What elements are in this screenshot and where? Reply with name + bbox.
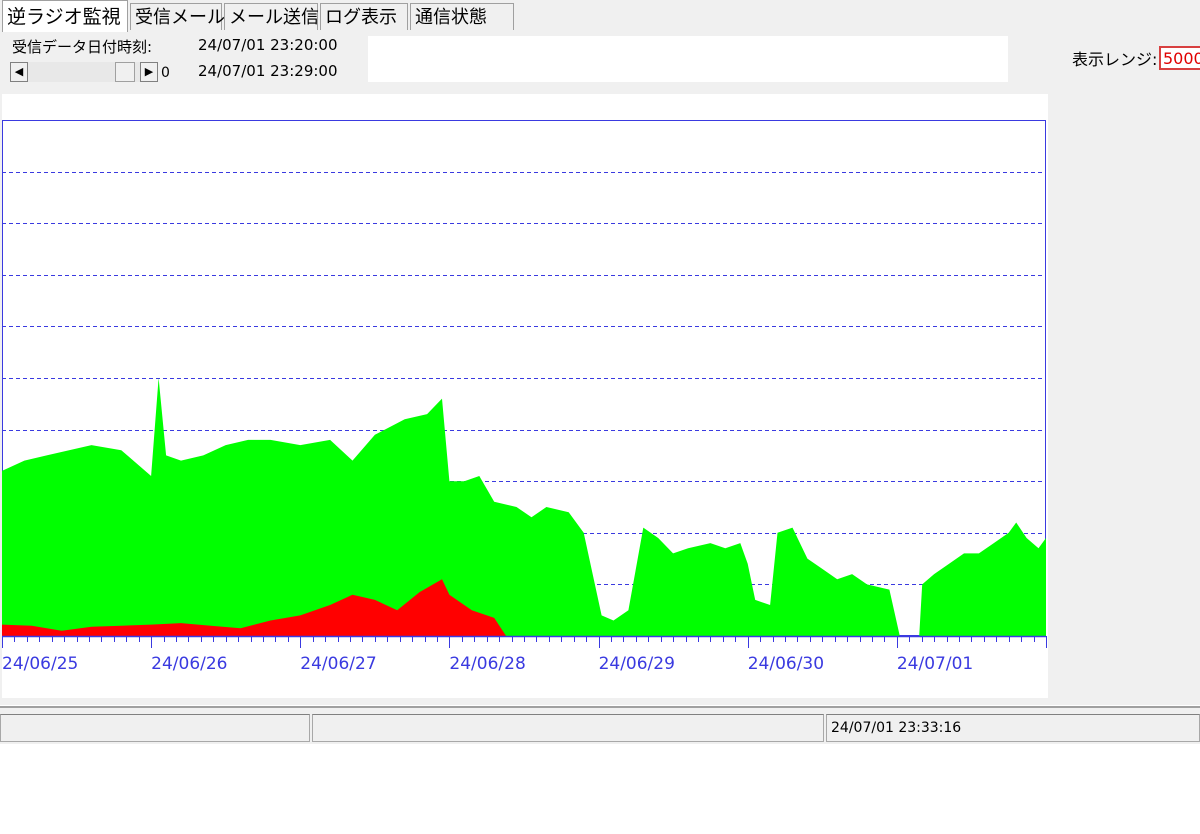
x-tick-label: 24/06/29: [599, 654, 675, 674]
x-tick-label: 24/06/26: [151, 654, 227, 674]
tab-connection-status[interactable]: 通信状態: [410, 3, 514, 30]
x-tick-label: 24/07/01: [897, 654, 973, 674]
tab-log-view[interactable]: ログ表示: [320, 3, 408, 30]
x-tick-label: 24/06/28: [449, 654, 525, 674]
series-area-green: [2, 378, 1046, 636]
status-pane-2: [312, 714, 824, 742]
x-tick-label: 24/06/27: [300, 654, 376, 674]
time-scrollbar[interactable]: ◀ ▶: [10, 62, 158, 82]
range-input[interactable]: [1159, 46, 1200, 70]
receive-time-start: 24/07/01 23:20:00: [198, 36, 338, 54]
receive-time-end: 24/07/01 23:29:00: [198, 62, 338, 80]
main-panel: 受信データ日付時刻: 24/07/01 23:20:00 24/07/01 23…: [0, 32, 1200, 705]
tab-send-mail[interactable]: メール送信: [224, 3, 319, 30]
status-bar: 24/07/01 23:33:16: [0, 706, 1200, 744]
status-pane-1: [0, 714, 310, 742]
status-time: 24/07/01 23:33:16: [826, 714, 1200, 742]
scroll-value: 0: [161, 65, 170, 81]
tab-strip: 逆ラジオ監視 受信メール メール送信 ログ表示 通信状態: [0, 0, 1200, 33]
tab-received-mail[interactable]: 受信メール: [130, 3, 225, 30]
x-tick-label: 24/06/25: [2, 654, 78, 674]
chart-panel: 24/06/25 24/06/26 24/06/27 24/06/28 24/06/29…: [2, 94, 1048, 698]
app-window: 逆ラジオ監視 受信メール メール送信 ログ表示 通信状態 受信データ日付時刻: …: [0, 0, 1200, 834]
scroll-thumb[interactable]: [115, 62, 135, 82]
scroll-left-button[interactable]: ◀: [10, 62, 28, 82]
chart: 24/06/25 24/06/26 24/06/27 24/06/28 24/06/29…: [2, 120, 1047, 674]
info-box: [368, 36, 1008, 82]
tab-reverse-radio-monitor[interactable]: 逆ラジオ監視: [2, 0, 128, 32]
scroll-right-button[interactable]: ▶: [140, 62, 158, 82]
arrow-left-icon: ◀: [14, 65, 24, 78]
receive-datetime-label: 受信データ日付時刻:: [12, 38, 153, 56]
arrow-right-icon: ▶: [144, 65, 154, 78]
range-label: 表示レンジ:: [1072, 50, 1158, 69]
x-tick-label: 24/06/30: [748, 654, 824, 674]
